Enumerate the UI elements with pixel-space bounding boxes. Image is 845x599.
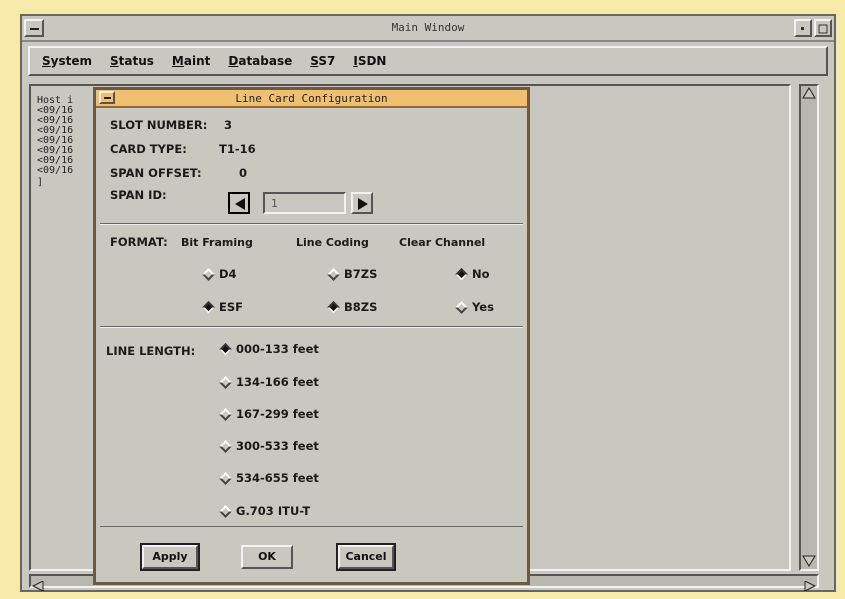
main-titlebar[interactable]: Main Window xyxy=(22,16,834,42)
line-length-option-label: 134-166 feet xyxy=(236,375,319,389)
radio-clear-yes-label: Yes xyxy=(472,300,494,314)
radio-on-icon xyxy=(455,267,468,281)
radio-line-length-2[interactable]: 167-299 feet xyxy=(219,407,319,421)
radio-off-icon xyxy=(327,267,340,281)
separator xyxy=(100,223,523,225)
dialog-title: Line Card Configuration xyxy=(235,92,388,105)
radio-off-icon xyxy=(202,267,215,281)
radio-line-length-5[interactable]: G.703 ITU-T xyxy=(219,504,311,518)
span-offset-value: 0 xyxy=(239,166,248,180)
button-area: Apply OK Cancel xyxy=(100,526,523,582)
cancel-button[interactable]: Cancel xyxy=(336,543,396,571)
minimize-icon xyxy=(801,27,804,30)
menu-bar: System Status Maint Database SS7 ISDN xyxy=(28,46,828,76)
span-id-label: SPAN ID: xyxy=(110,188,167,202)
card-type-label: CARD TYPE: xyxy=(110,142,187,156)
line-length-option-label: G.703 ITU-T xyxy=(236,504,311,518)
bit-framing-header: Bit Framing xyxy=(181,236,253,249)
line-card-config-dialog: Line Card Configuration SLOT NUMBER: 3 C… xyxy=(93,87,530,585)
radio-on-icon xyxy=(219,342,232,356)
span-id-increment-button[interactable] xyxy=(351,192,373,214)
line-length-label: LINE LENGTH: xyxy=(106,344,196,358)
radio-line-length-1[interactable]: 134-166 feet xyxy=(219,375,319,389)
log-line: <09/16 xyxy=(37,165,74,176)
radio-line-length-0[interactable]: 000-133 feet xyxy=(219,342,319,356)
radio-esf-label: ESF xyxy=(219,300,243,314)
radio-off-icon xyxy=(219,439,232,453)
minimize-button[interactable] xyxy=(794,19,812,37)
radio-line-length-3[interactable]: 300-533 feet xyxy=(219,439,319,453)
maximize-button[interactable] xyxy=(814,19,832,37)
menu-ss7[interactable]: SS7 xyxy=(310,54,335,68)
slot-number-label: SLOT NUMBER: xyxy=(110,118,208,132)
span-id-decrement-button[interactable] xyxy=(228,192,250,214)
menu-status[interactable]: Status xyxy=(110,54,154,68)
span-offset-label: SPAN OFFSET: xyxy=(110,166,202,180)
dialog-titlebar[interactable]: Line Card Configuration xyxy=(96,90,527,108)
card-type-value: T1-16 xyxy=(219,142,256,156)
radio-off-icon xyxy=(455,300,468,314)
radio-b7zs-label: B7ZS xyxy=(344,267,378,281)
line-length-option-label: 000-133 feet xyxy=(236,342,319,356)
ok-button[interactable]: OK xyxy=(241,545,293,569)
slot-number-value: 3 xyxy=(224,118,233,132)
separator xyxy=(100,326,523,328)
radio-b8zs[interactable]: B8ZS xyxy=(327,300,378,314)
radio-d4[interactable]: D4 xyxy=(202,267,237,281)
radio-b8zs-label: B8ZS xyxy=(344,300,378,314)
left-arrow-icon xyxy=(235,198,245,210)
radio-on-icon xyxy=(202,300,215,314)
apply-button[interactable]: Apply xyxy=(140,543,200,571)
radio-on-icon xyxy=(327,300,340,314)
vertical-scrollbar[interactable] xyxy=(799,84,819,571)
menu-maint[interactable]: Maint xyxy=(172,54,210,68)
radio-clear-no-label: No xyxy=(472,267,490,281)
scroll-arrows-icon xyxy=(802,87,816,567)
format-label: FORMAT: xyxy=(110,235,168,249)
radio-off-icon xyxy=(219,375,232,389)
line-length-option-label: 534-655 feet xyxy=(236,471,319,485)
maximize-icon xyxy=(818,24,828,34)
line-length-option-label: 167-299 feet xyxy=(236,407,319,421)
clear-channel-header: Clear Channel xyxy=(399,236,486,249)
text-cursor: ] xyxy=(37,177,44,188)
menu-isdn[interactable]: ISDN xyxy=(353,54,386,68)
radio-off-icon xyxy=(219,504,232,518)
menu-database[interactable]: Database xyxy=(228,54,292,68)
radio-clear-no[interactable]: No xyxy=(455,267,490,281)
line-coding-header: Line Coding xyxy=(296,236,369,249)
radio-d4-label: D4 xyxy=(219,267,237,281)
radio-off-icon xyxy=(219,471,232,485)
line-length-option-label: 300-533 feet xyxy=(236,439,319,453)
radio-off-icon xyxy=(219,407,232,421)
main-window-title: Main Window xyxy=(391,21,465,34)
right-arrow-icon xyxy=(358,198,368,210)
menu-system[interactable]: System xyxy=(42,54,92,68)
radio-b7zs[interactable]: B7ZS xyxy=(327,267,378,281)
radio-esf[interactable]: ESF xyxy=(202,300,243,314)
span-id-field[interactable]: 1 xyxy=(263,192,346,214)
radio-line-length-4[interactable]: 534-655 feet xyxy=(219,471,319,485)
radio-clear-yes[interactable]: Yes xyxy=(455,300,494,314)
